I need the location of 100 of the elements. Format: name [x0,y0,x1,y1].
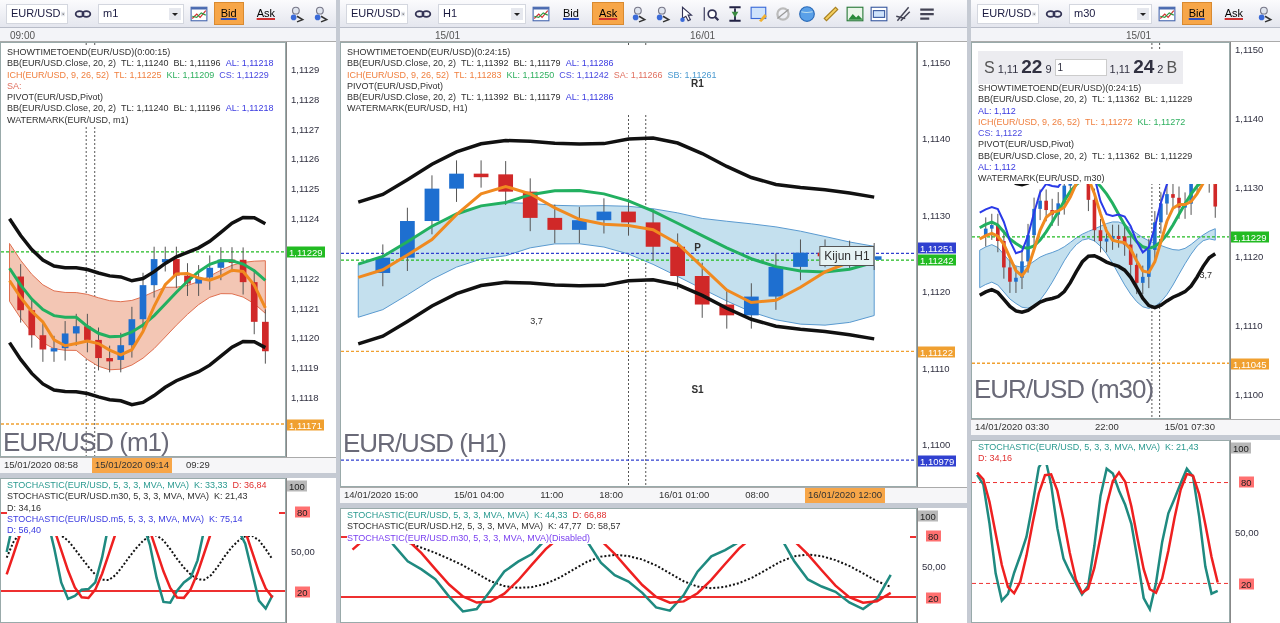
amount-field[interactable]: 1 [1054,58,1107,76]
price-tag: 1,11229 [287,246,325,258]
price-tag: 1,11242 [918,254,956,266]
price-tick-label: 1,1127 [291,122,320,137]
timeframe-dropdown[interactable]: m1 [98,3,184,24]
time-axis-label: 15/01/2020 08:58 [4,458,78,473]
user-search-icon[interactable] [312,4,330,23]
price-tag: 1,11045 [1231,358,1269,370]
time-axis-label: 15/01 07:30 [1164,420,1215,435]
price-tick-label: 1,1130 [922,208,951,223]
sell-label[interactable]: S [984,56,995,80]
image-icon[interactable] [846,4,865,23]
chart-type-icon[interactable] [1157,4,1176,23]
indicator-legend-text: BL: 1,11196 [173,103,221,115]
price-tick-label: 1,1129 [291,62,320,77]
indicator-legend-text: ICH(EUR/USD, 9, 26, 52) [978,116,1081,128]
ask-toggle[interactable]: Ask [1217,2,1250,25]
price-tick-label: 1,1121 [291,301,320,316]
indicator-legend-text: BL: 1,11179 [513,58,561,70]
indicator-legend-text: BB(EUR/USD.Close, 20, 2) [7,103,117,115]
indicator-legend-text: K: 75,14 [209,513,243,525]
time-axis-label: 15/01/2020 09:14 [91,458,172,473]
stochastic-tick-label: 80 [1239,476,1254,488]
indicator-legend-text: TL: 1,11272 [1085,116,1133,128]
indicator-legend-text: AL: 1,112 [978,105,1016,117]
indicator-legend-text: CS: 1,11242 [559,69,609,81]
ask-toggle[interactable]: Ask [591,2,625,25]
indicator-legend-text: SHOWTIMETOEND(EUR/USD)(0:24:15) [978,83,1142,95]
stochastic-tick-label: 80 [295,506,310,518]
price-tick-label: 1,1150 [922,55,951,70]
indicator-legend-text: WATERMARK(EUR/USD, m30) [978,173,1105,185]
indicator-legend-text: K: 21,43 [1165,442,1199,454]
indicator-legend-text: PIVOT(EUR/USD,Pivot) [7,92,103,104]
price-tick-label: 1,1140 [1235,111,1264,126]
watermark-text: EUR/USD (H1) [343,430,506,456]
indicator-legend-text: SA: [7,80,22,92]
stochastic-tick-label: 20 [926,592,941,604]
bid-toggle[interactable]: Bid [1181,2,1212,25]
watermark-text: EUR/USD (m30) [974,376,1154,402]
buy-price-fraction: 2 [1157,62,1164,77]
indicator-legend-text: D: 56,40 [7,525,42,537]
price-tag: 1,11251 [918,242,956,254]
time-axis-label: 16/01 01:00 [659,488,710,503]
layout-icon[interactable] [870,4,889,23]
price-tick-label: 1,1110 [1235,318,1263,333]
time-axis-label: 09:29 [185,458,210,473]
indicator-legend-text: K: 33,33 [194,480,228,492]
indicator-legend-text: D: 34,16 [7,502,42,514]
timeframe-dropdown[interactable]: m30 [1069,3,1152,24]
user-search-icon[interactable] [288,4,306,23]
stochastic-tick-label: 20 [295,586,310,598]
price-tick-label: 1,1122 [291,271,320,286]
indicator-legend-text: D: 66,88 [572,510,607,522]
ask-toggle[interactable]: Ask [249,2,282,25]
time-axis-label: 15/01 04:00 [453,488,505,503]
indicator-legend-text: BB(EUR/USD.Close, 20, 2) [7,58,117,70]
indicator-legend-text: STOCHASTIC(EUR/USD.m5, 5, 3, 3, MVA, MVA) [7,513,205,525]
chart-type-icon[interactable] [532,4,550,23]
indicator-legend-text: WATERMARK(EUR/USD, m1) [7,114,129,126]
stochastic-tick-label: 100 [287,480,307,492]
stochastic-tick-label: 50,00 [1235,525,1259,540]
symbol-dropdown[interactable]: EUR/USD [6,3,68,24]
indicator-legend-text: WATERMARK(EUR/USD, H1) [347,103,468,115]
window-icon[interactable] [750,4,769,23]
indicator-legend-text: K: 21,43 [214,491,248,503]
time-axis-label: 14/01/2020 03:30 [975,420,1049,435]
indicator-legend-text: D: 34,16 [978,453,1013,465]
sell-price-fraction: 9 [1045,62,1052,77]
user-search-icon[interactable] [1256,4,1274,23]
indicator-legend-text: KL: 1,11272 [1137,116,1186,128]
value-label: 3,7 [1199,268,1213,282]
indicator-legend-text: AL: 1,11218 [225,58,274,70]
user-search-icon[interactable] [654,4,673,23]
indicator-legend-text: SA: 1,11266 [613,69,663,81]
price-tick-label: 1,1100 [922,437,951,452]
ruler-icon[interactable] [822,4,841,23]
indicator-legend-text: D: 36,84 [232,480,267,492]
indicator-legend-text: SB: 1,11261 [667,69,717,80]
time-axis-label: 11:00 [540,488,564,503]
indicator-legend-text: SHOWTIMETOEND(EUR/USD)(0:00:15) [7,47,171,59]
indicator-legend-text: ICH(EUR/USD, 9, 26, 52) [347,69,450,81]
zoom-icon[interactable] [702,4,721,23]
symbol-dropdown[interactable]: EUR/USD [977,3,1039,24]
indicator-legend-text: STOCHASTIC(EUR/USD.m30, 5, 3, 3, MVA, MVA) [7,491,210,503]
timeframe-dropdown[interactable]: H1 [438,3,526,24]
chart-type-icon[interactable] [189,4,208,23]
indicator-legend-text: BB(EUR/USD.Close, 20, 2) [978,150,1088,162]
time-axis-label: 22:00 [1094,420,1119,435]
symbol-dropdown[interactable]: EUR/USD [346,3,408,24]
globe-icon[interactable] [798,4,817,23]
time-label: 16/01 [690,29,716,41]
indicator-legend-text: BL: 1,11196 [173,58,221,70]
stochastic-tick-label: 50,00 [922,559,946,574]
bid-toggle[interactable]: Bid [556,2,586,25]
indicator-legend-text: TL: 1,11362 [1092,150,1140,162]
buy-label[interactable]: B [1166,56,1178,80]
bid-toggle[interactable]: Bid [213,2,244,25]
price-tick-label: 1,1150 [1235,42,1264,57]
user-search-icon[interactable] [630,4,649,23]
value-label: 3,7 [530,315,543,329]
